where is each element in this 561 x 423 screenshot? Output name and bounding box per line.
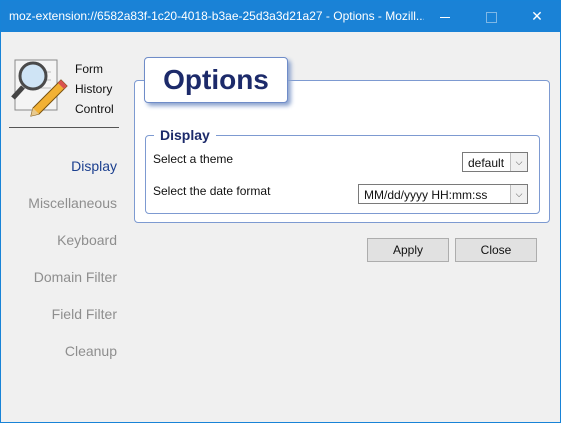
form-history-control-logo-icon — [11, 59, 68, 117]
sidebar-item-display[interactable]: Display — [71, 158, 117, 174]
close-button[interactable]: Close — [455, 238, 537, 262]
sidebar-item-field-filter[interactable]: Field Filter — [52, 306, 117, 322]
date-format-label: Select the date format — [153, 184, 271, 198]
date-format-select-value: MM/dd/yyyy HH:mm:ss — [364, 188, 488, 202]
close-window-button[interactable]: ✕ — [514, 1, 560, 32]
theme-label: Select a theme — [153, 152, 234, 166]
logo-line-1: Form — [75, 62, 103, 76]
chevron-down-icon: ⌵ — [510, 185, 527, 203]
sidebar-item-cleanup[interactable]: Cleanup — [65, 343, 117, 359]
date-format-select[interactable]: MM/dd/yyyy HH:mm:ss ⌵ — [358, 184, 528, 204]
window-title: moz-extension://6582a83f-1c20-4018-b3ae-… — [9, 9, 424, 23]
minimize-button[interactable] — [422, 1, 468, 32]
sidebar-item-miscellaneous[interactable]: Miscellaneous — [28, 195, 117, 211]
fieldset-legend: Display — [154, 127, 216, 143]
page-title: Options — [144, 57, 288, 103]
minimize-icon — [440, 16, 450, 18]
logo-line-2: History — [75, 82, 113, 96]
sidebar-item-domain-filter[interactable]: Domain Filter — [34, 269, 117, 285]
logo-text: Form History Control — [75, 59, 114, 119]
options-window: moz-extension://6582a83f-1c20-4018-b3ae-… — [0, 0, 561, 423]
sidebar-divider — [9, 127, 119, 128]
maximize-button[interactable] — [468, 1, 514, 32]
logo-line-3: Control — [75, 102, 114, 116]
chevron-down-icon: ⌵ — [510, 153, 527, 171]
sidebar-item-keyboard[interactable]: Keyboard — [57, 232, 117, 248]
theme-select[interactable]: default ⌵ — [462, 152, 528, 172]
theme-select-value: default — [468, 156, 505, 170]
title-bar[interactable]: moz-extension://6582a83f-1c20-4018-b3ae-… — [1, 1, 560, 32]
apply-button[interactable]: Apply — [367, 238, 449, 262]
maximize-icon — [485, 11, 497, 23]
